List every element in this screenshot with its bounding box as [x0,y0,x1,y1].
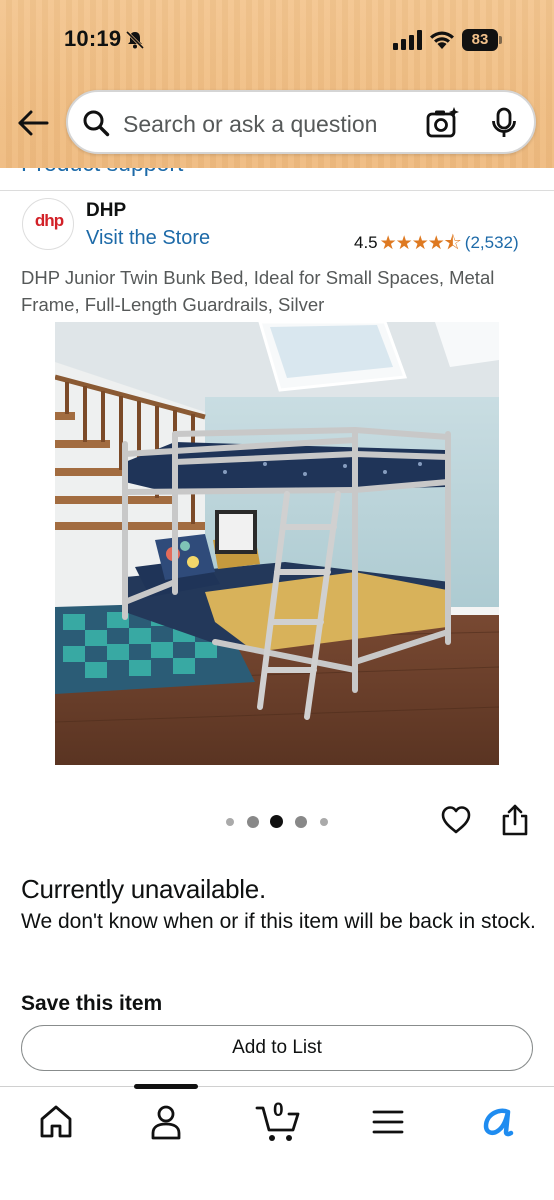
bell-muted-icon [125,30,145,50]
rating-value: 4.5 [354,233,378,252]
account-icon[interactable] [146,1102,186,1142]
heart-icon[interactable] [440,804,472,836]
share-icon[interactable] [501,803,529,837]
assistant-icon[interactable] [478,1102,518,1142]
carousel-dot[interactable] [320,818,328,826]
back-arrow-icon[interactable] [16,108,50,138]
app-header: 10:19 83 Search or ask a question [0,0,554,168]
search-icon [83,110,110,137]
product-title: DHP Junior Twin Bunk Bed, Ideal for Smal… [21,267,495,315]
review-count: (2,532) [464,233,519,252]
battery-nub [499,36,502,44]
save-item-heading: Save this item [21,992,163,1015]
brand-name: DHP [86,200,127,221]
battery-indicator: 83 [462,29,504,51]
carousel-dot-active[interactable] [270,815,283,828]
visit-store-link[interactable]: Visit the Store [86,227,210,250]
carousel-dot[interactable] [247,816,259,828]
wifi-icon [430,31,454,49]
star-rating-icon: ★★★★⯪ [379,233,462,254]
add-to-list-button[interactable]: Add to List [21,1025,533,1071]
product-image[interactable] [55,322,499,765]
microphone-icon[interactable] [490,107,518,139]
brand-logo-text: dhp [34,211,64,230]
availability-heading: Currently unavailable. [21,874,266,904]
signal-icon [393,30,422,50]
bunk-bed-illustration [55,322,499,765]
cart-count: 0 [273,1100,284,1121]
search-bar[interactable]: Search or ask a question [66,90,536,154]
home-icon[interactable] [36,1102,76,1142]
carousel-dot[interactable] [226,818,234,826]
menu-icon[interactable] [368,1102,408,1142]
status-time: 10:19 [64,26,122,51]
home-tab-indicator [134,1084,198,1089]
search-input[interactable]: Search or ask a question [123,111,377,138]
carousel-dot[interactable] [295,816,307,828]
availability-message: We don't know when or if this item will … [21,910,536,933]
camera-icon[interactable] [425,105,461,141]
image-carousel-indicator[interactable] [226,815,336,828]
cart-button[interactable]: 0 [255,1100,301,1144]
rating-summary[interactable]: 4.5 ★★★★⯪ (2,532) [354,229,519,261]
battery-level: 83 [462,29,498,51]
status-bar: 10:19 83 [0,24,554,58]
divider [0,190,554,191]
brand-logo[interactable]: dhp [22,198,74,250]
